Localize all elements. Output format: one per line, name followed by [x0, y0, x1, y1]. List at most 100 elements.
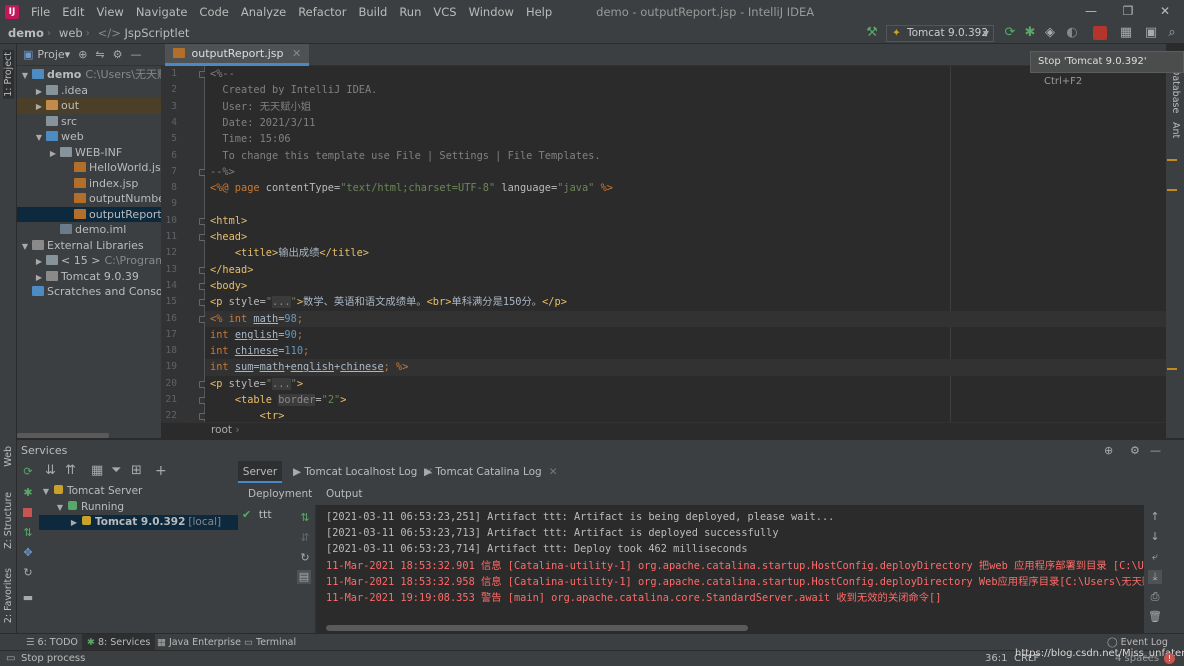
chevron-right-icon[interactable]: ▶: [34, 254, 44, 269]
code-line[interactable]: To change this template use File | Setti…: [210, 148, 600, 164]
chevron-right-icon[interactable]: ▶: [34, 99, 44, 114]
code-line[interactable]: <p style="...">数学、英语和语文成绩单。<br>单科满分是150分…: [210, 294, 567, 310]
close-window-button[interactable]: ✕: [1147, 0, 1183, 23]
close-tab-icon[interactable]: ✕: [292, 47, 301, 60]
code-line[interactable]: Created by IntelliJ IDEA.: [210, 82, 377, 98]
services-tree-item[interactable]: ▼ Running: [39, 500, 238, 515]
menu-view[interactable]: View: [91, 5, 130, 19]
menu-file[interactable]: File: [25, 5, 56, 19]
code-editor[interactable]: <%-- Created by IntelliJ IDEA. User: 无天赋…: [205, 66, 1166, 422]
refresh-icon[interactable]: ↻: [298, 551, 312, 565]
project-tree-item[interactable]: ▶ WEB-INF: [17, 145, 161, 161]
code-line[interactable]: <table border="2">: [210, 392, 346, 408]
open-browser-icon[interactable]: ▤: [297, 570, 311, 584]
code-line[interactable]: <% int math=98;: [210, 311, 303, 327]
menu-navigate[interactable]: Navigate: [130, 5, 194, 19]
globe-icon[interactable]: ⊕: [1104, 440, 1113, 461]
build-hammer-icon[interactable]: ⚒: [864, 25, 880, 41]
menu-vcs[interactable]: VCS: [427, 5, 462, 19]
project-tree-item[interactable]: outputReport.jsp: [17, 206, 161, 222]
code-line[interactable]: Time: 15:06: [210, 131, 290, 147]
arrow-down-icon[interactable]: ↓: [1148, 530, 1162, 544]
gear-icon[interactable]: ⚙: [1130, 440, 1140, 461]
project-tree-item[interactable]: outputNumber.jsp: [17, 191, 161, 207]
menu-help[interactable]: Help: [520, 5, 558, 19]
project-tree-item[interactable]: ▼ demoC:\Users\无天赋小姐: [17, 67, 161, 83]
editor-tab-outputreport[interactable]: outputReport.jsp ✕: [165, 44, 310, 66]
code-line[interactable]: int english=90;: [210, 327, 303, 343]
hide-panel-icon[interactable]: —: [1150, 440, 1161, 461]
project-tree-item[interactable]: HelloWorld.jsp: [17, 160, 161, 176]
code-line[interactable]: <%--: [210, 66, 235, 82]
filter-icon[interactable]: ⏷: [111, 463, 121, 478]
project-tree-item[interactable]: ▶ .idea: [17, 83, 161, 99]
redeploy-icon[interactable]: ⇅: [298, 511, 312, 525]
debug-icon[interactable]: ✱: [21, 486, 35, 500]
chevron-right-icon[interactable]: ▶: [34, 84, 44, 99]
run-configuration-select[interactable]: ✦ Tomcat 9.0.392 ▼: [886, 25, 994, 42]
chevron-right-icon[interactable]: ▶: [34, 270, 44, 285]
code-line[interactable]: int chinese=110;: [210, 343, 309, 359]
services-tree-item[interactable]: ▶ Tomcat 9.0.392 [local]: [39, 515, 238, 530]
search-icon[interactable]: ⌕: [1164, 25, 1180, 41]
console-output[interactable]: [2021-03-11 06:53:23,251] Artifact ttt: …: [316, 505, 1144, 633]
project-tool-tab[interactable]: 1: Project: [3, 50, 14, 99]
layout-icon[interactable]: ▣: [1143, 25, 1159, 41]
print-icon[interactable]: ⎙: [1148, 590, 1162, 604]
add-service-icon[interactable]: +: [155, 463, 167, 479]
breadcrumb-demo[interactable]: demo: [0, 26, 47, 40]
chevron-down-icon[interactable]: ▼: [55, 500, 65, 515]
code-line[interactable]: --%>: [210, 164, 235, 180]
code-line[interactable]: <title>输出成绩</title>: [210, 245, 369, 261]
deploy-all-icon[interactable]: ✥: [21, 546, 35, 560]
code-line[interactable]: <head>: [210, 229, 247, 245]
project-tree-item[interactable]: index.jsp: [17, 176, 161, 192]
chevron-right-icon[interactable]: ▶: [48, 146, 58, 161]
locate-target-icon[interactable]: ⊕: [78, 48, 87, 61]
project-tree-item[interactable]: ▶ out: [17, 98, 161, 114]
code-line[interactable]: <body>: [210, 278, 247, 294]
debug-icon[interactable]: ✱: [1022, 25, 1038, 41]
close-tab-icon[interactable]: ✕: [549, 466, 558, 478]
breadcrumb-jspscriptlet[interactable]: </> JspScriptlet: [90, 26, 193, 40]
tab-server[interactable]: Server: [238, 461, 282, 483]
error-stripe-mark[interactable]: [1167, 159, 1177, 161]
project-tree-item[interactable]: ▶ < 15 >C:\Program File: [17, 253, 161, 269]
hide-panel-icon[interactable]: —: [131, 48, 142, 61]
code-line[interactable]: <p style="...">: [210, 376, 303, 392]
services-tree-item[interactable]: ▼ Tomcat Server: [39, 484, 238, 499]
menu-code[interactable]: Code: [193, 5, 234, 19]
project-tree-item[interactable]: Scratches and Consoles: [17, 284, 161, 300]
ant-tool-tab[interactable]: Ant: [1170, 122, 1181, 138]
deployment-item-ttt[interactable]: ✔ ttt: [242, 508, 272, 521]
project-tree-item[interactable]: ▼ External Libraries: [17, 238, 161, 254]
code-line[interactable]: <tr>: [210, 408, 285, 422]
tab-terminal[interactable]: ▭ Terminal: [244, 634, 296, 651]
gear-icon[interactable]: ⚙: [113, 48, 123, 61]
project-tree-item[interactable]: src: [17, 114, 161, 130]
menu-analyze[interactable]: Analyze: [235, 5, 292, 19]
rerun-icon[interactable]: ⟳: [1002, 25, 1018, 41]
arrow-up-icon[interactable]: ↑: [1148, 510, 1162, 524]
error-stripe-mark[interactable]: [1167, 189, 1177, 191]
code-line[interactable]: <html>: [210, 213, 247, 229]
caret-position[interactable]: 36:1: [985, 651, 1007, 666]
error-notification-icon[interactable]: !: [1164, 653, 1175, 664]
console-horizontal-scrollbar[interactable]: [326, 625, 748, 631]
group-icon[interactable]: ▦: [91, 463, 103, 478]
soft-wrap-icon[interactable]: ⤶: [1148, 550, 1162, 564]
menu-refactor[interactable]: Refactor: [292, 5, 352, 19]
tab-tomcat-localhost-log[interactable]: ▶ Tomcat Localhost Log ✕: [293, 461, 433, 483]
stop-icon[interactable]: [1093, 26, 1107, 40]
chevron-down-icon[interactable]: ▼: [34, 130, 44, 145]
project-view-select[interactable]: Proje▾: [37, 48, 70, 61]
breadcrumb-web[interactable]: web: [51, 26, 86, 40]
project-tree-item[interactable]: ▼ web: [17, 129, 161, 145]
layout-icon[interactable]: ▬: [21, 591, 35, 605]
status-bar-toggle-icon[interactable]: ▭: [6, 651, 15, 666]
code-line[interactable]: User: 无天赋小姐: [210, 99, 311, 115]
project-tree-item[interactable]: demo.iml: [17, 222, 161, 238]
code-line[interactable]: Date: 2021/3/11: [210, 115, 315, 131]
minimize-button[interactable]: —: [1073, 0, 1109, 23]
trash-icon[interactable]: 🗑: [1148, 610, 1162, 624]
